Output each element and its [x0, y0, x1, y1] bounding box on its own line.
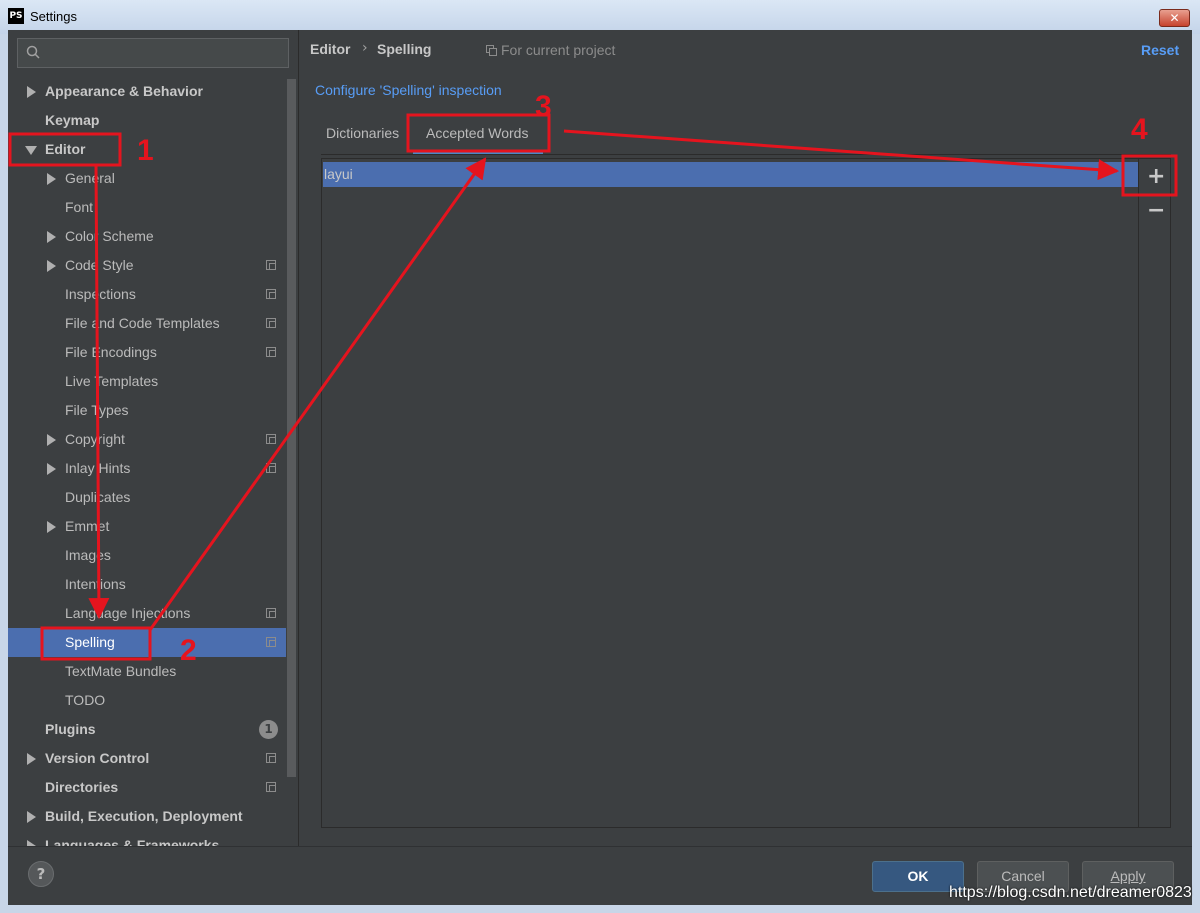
- annotation-arrow-3-to-4: [563, 129, 1120, 181]
- annotation-box-accepted-words: [406, 113, 551, 153]
- watermark-text: https://blog.csdn.net/dreamer0823: [949, 884, 1192, 901]
- annotation-box-add: [1121, 154, 1178, 197]
- annotation-number-1: 1: [137, 134, 154, 167]
- annotation-box-editor: [8, 132, 122, 167]
- annotation-arrow-2-to-3: [148, 157, 487, 631]
- annotation-number-2: 2: [180, 634, 197, 667]
- annotation-box-spelling: [40, 626, 152, 661]
- annotation-arrow-1-to-2: [88, 164, 110, 620]
- annotation-overlay: 1 2 3 4: [8, 90, 1178, 667]
- annotation-number-4: 4: [1131, 113, 1148, 146]
- annotation-number-3: 3: [535, 90, 552, 123]
